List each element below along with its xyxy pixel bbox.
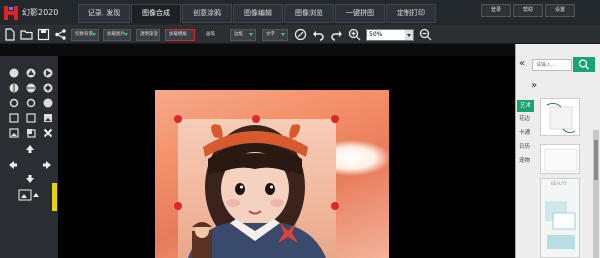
mirror-icon[interactable]	[43, 83, 53, 93]
tab-creative-doodle[interactable]: 创意涂鸦	[182, 4, 232, 23]
flip-vertical-icon[interactable]	[26, 83, 36, 93]
login-button[interactable]: 登录	[481, 4, 511, 17]
template-preview	[544, 148, 578, 172]
magic-wand-icon[interactable]	[294, 28, 307, 41]
load-image-button[interactable]: 加载图片	[103, 29, 131, 41]
category-cartoon[interactable]: 卡通	[519, 128, 530, 136]
zoom-out-icon[interactable]	[419, 28, 432, 41]
move-right-icon[interactable]	[43, 68, 53, 78]
resize-handle-top-right[interactable]	[331, 115, 339, 123]
rotate-left-icon[interactable]	[9, 98, 19, 108]
template-preview	[546, 102, 576, 134]
dropdown-arrow-icon	[281, 33, 285, 36]
border-button[interactable]: 边框	[230, 29, 256, 41]
search-icon	[578, 59, 589, 70]
tab-image-compose[interactable]: 图像合成	[131, 4, 181, 23]
transparent-gradient-button[interactable]: 透明渐变	[136, 29, 160, 41]
arrow-up-icon[interactable]	[25, 144, 35, 154]
category-pet[interactable]: 宠物	[519, 156, 530, 164]
image-icon[interactable]	[43, 113, 53, 123]
crop-icon[interactable]	[26, 113, 36, 123]
panel-scrollbar[interactable]	[593, 130, 599, 258]
chevron-left-icon[interactable]: «	[519, 58, 525, 69]
brush-button[interactable]: 画笔	[202, 29, 224, 41]
template-panel: « » 艺术 花边 卡通 日历 宠物 BEAUTY	[515, 44, 600, 258]
search-button[interactable]	[573, 57, 595, 72]
left-tool-panel	[0, 56, 58, 258]
chevron-down-icon	[405, 30, 413, 40]
dropdown-arrow-icon	[249, 33, 253, 36]
open-folder-icon[interactable]	[20, 28, 33, 41]
zoom-in-icon[interactable]	[348, 28, 361, 41]
menu-bar: 幻影2020 记录. 发现 图像合成 创意涂鸦 图像编辑 图像浏览 一键拼图 定…	[0, 0, 600, 26]
category-art[interactable]: 艺术	[517, 100, 534, 112]
tab-custom-print[interactable]: 定制打印	[386, 4, 436, 23]
tab-record[interactable]: 记录. 发现	[78, 4, 130, 23]
text-label: 文字	[266, 32, 275, 37]
app-window: 幻影2020 记录. 发现 图像合成 创意涂鸦 图像编辑 图像浏览 一键拼图 定…	[0, 0, 600, 258]
resize-handle-top-left[interactable]	[174, 115, 182, 123]
portrait-illustration	[188, 124, 326, 258]
thumb-caption: BEAUTY	[551, 181, 567, 186]
panel-resize-handle[interactable]	[52, 183, 57, 211]
selected-portrait-photo[interactable]	[178, 119, 336, 258]
layer-up-icon[interactable]	[9, 68, 19, 78]
template-search-input[interactable]	[532, 59, 572, 71]
arrow-left-icon[interactable]	[8, 160, 18, 170]
picture-frame-icon[interactable]	[9, 128, 19, 138]
save-icon[interactable]	[37, 28, 50, 41]
load-image-label: 加载图片	[107, 32, 125, 37]
scrollbar-thumb[interactable]	[594, 140, 598, 180]
tab-image-edit[interactable]: 图像编辑	[233, 4, 283, 23]
template-thumbnail[interactable]	[540, 98, 580, 136]
app-title: 幻影2020	[22, 8, 59, 17]
dropdown-arrow-icon	[92, 33, 96, 36]
template-thumbnail[interactable]: BEAUTY	[540, 178, 580, 258]
arrow-down-icon[interactable]	[25, 174, 35, 184]
new-file-icon[interactable]	[3, 28, 16, 41]
template-thumbnail[interactable]	[540, 144, 580, 174]
tab-image-browse[interactable]: 图像浏览	[284, 4, 334, 23]
resize-handle-top[interactable]	[252, 115, 260, 123]
redo-icon[interactable]	[330, 28, 343, 41]
rotate-right-icon[interactable]	[26, 98, 36, 108]
load-template-button[interactable]: 加载模板	[165, 29, 195, 41]
move-up-icon[interactable]	[26, 68, 36, 78]
toolbar: 切换背景 加载图片 透明渐变 加载模板 画笔 边框 文字 50%	[0, 26, 600, 44]
help-button[interactable]: 帮助	[513, 4, 543, 17]
category-calendar[interactable]: 日历	[519, 142, 530, 150]
share-icon[interactable]	[54, 28, 67, 41]
template-preview	[545, 201, 576, 249]
arrow-right-icon[interactable]	[42, 160, 52, 170]
chevron-double-right-icon[interactable]: »	[531, 80, 537, 91]
close-icon[interactable]	[43, 128, 53, 138]
flip-horizontal-icon[interactable]	[9, 83, 19, 93]
undo-icon[interactable]	[312, 28, 325, 41]
dropdown-arrow-icon	[124, 33, 128, 36]
text-button[interactable]: 文字	[262, 29, 288, 41]
resize-handle-left[interactable]	[174, 202, 182, 210]
resize-handle-right[interactable]	[331, 202, 339, 210]
copy-icon[interactable]	[9, 113, 19, 123]
layers-icon[interactable]	[26, 128, 36, 138]
border-label: 边框	[234, 32, 243, 37]
zoom-value: 50%	[369, 31, 383, 38]
app-logo-icon	[4, 6, 18, 20]
category-lace[interactable]: 花边	[519, 114, 530, 122]
switch-background-label: 切换背景	[75, 32, 93, 37]
face-icon[interactable]	[43, 98, 53, 108]
zoom-select[interactable]: 50%	[366, 29, 414, 41]
tab-one-click-collage[interactable]: 一键拼图	[335, 4, 385, 23]
switch-background-button[interactable]: 切换背景	[71, 29, 99, 41]
image-transform-icon[interactable]	[18, 189, 40, 201]
settings-button[interactable]: 设置	[545, 4, 575, 17]
